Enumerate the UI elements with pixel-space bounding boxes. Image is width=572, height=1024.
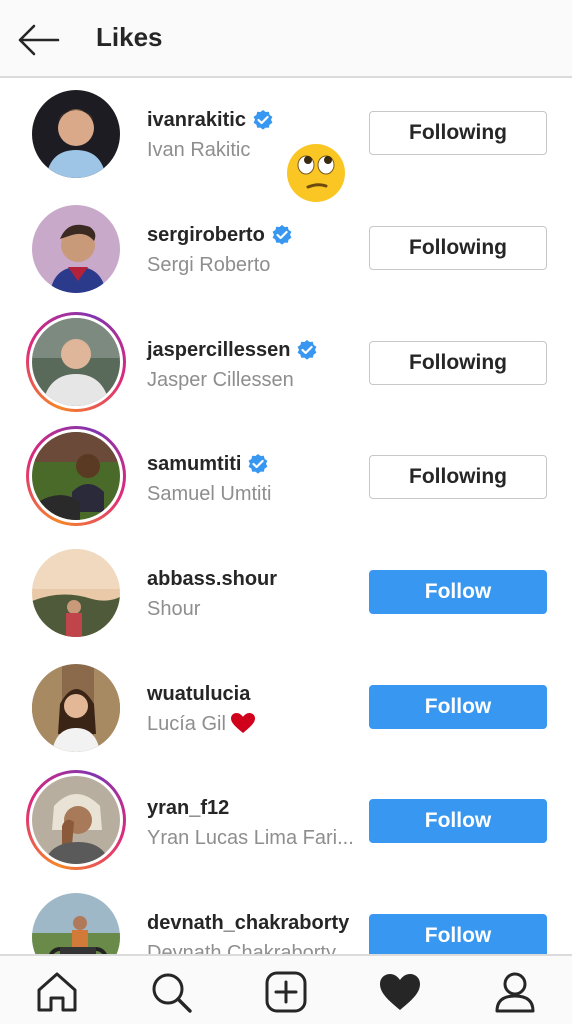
- username[interactable]: ivanrakitic: [147, 108, 369, 132]
- following-button[interactable]: Following: [369, 226, 547, 270]
- username[interactable]: jaspercillessen: [147, 338, 369, 362]
- username[interactable]: samumtiti: [147, 452, 369, 476]
- verified-badge-icon: [272, 225, 292, 245]
- avatar[interactable]: [26, 887, 126, 954]
- new-post-icon[interactable]: [264, 970, 308, 1014]
- verified-badge-icon: [249, 454, 268, 474]
- username[interactable]: abbass.shour: [147, 567, 369, 591]
- username-text[interactable]: devnath_chakraborty: [147, 911, 349, 935]
- username-text[interactable]: abbass.shour: [147, 567, 277, 591]
- page-title: Likes: [96, 22, 163, 52]
- avatar-image: [32, 432, 120, 520]
- avatar-image: [32, 318, 120, 406]
- arrow-left-icon[interactable]: [14, 20, 62, 60]
- full-name: Shour: [147, 598, 201, 620]
- profile-icon[interactable]: [493, 970, 537, 1014]
- following-button[interactable]: Following: [369, 341, 547, 385]
- username-text[interactable]: samumtiti: [147, 452, 241, 476]
- full-name: Devnath Chakraborty: [147, 942, 336, 954]
- bottom-tab-bar: [0, 954, 572, 1024]
- list-item: wuatulucia Lucía Gil Follow: [0, 652, 572, 767]
- avatar-image: [32, 549, 120, 637]
- full-name: Jasper Cillessen: [147, 369, 294, 391]
- avatar[interactable]: [26, 426, 126, 526]
- username-text[interactable]: ivanrakitic: [147, 108, 246, 132]
- full-name: Samuel Umtiti: [147, 483, 272, 505]
- following-button[interactable]: Following: [369, 455, 547, 499]
- following-button[interactable]: Following: [369, 111, 547, 155]
- activity-heart-icon[interactable]: [378, 970, 422, 1014]
- avatar[interactable]: [26, 658, 126, 758]
- full-name: Sergi Roberto: [147, 254, 271, 276]
- follow-button[interactable]: Follow: [369, 914, 547, 954]
- full-name-text: Lucía Gil: [147, 713, 226, 735]
- avatar[interactable]: [26, 770, 126, 870]
- avatar[interactable]: [26, 199, 126, 299]
- avatar[interactable]: [26, 543, 126, 643]
- username[interactable]: wuatulucia: [147, 682, 369, 706]
- list-item: samumtiti Samuel Umtiti Following: [0, 422, 572, 537]
- username[interactable]: yran_f12: [147, 796, 369, 820]
- red-heart-icon: [230, 713, 255, 733]
- username-text[interactable]: yran_f12: [147, 796, 229, 820]
- username[interactable]: devnath_chakraborty: [147, 911, 369, 935]
- full-name: Yran Lucas Lima Fari...: [147, 827, 354, 849]
- list-item: yran_f12 Yran Lucas Lima Fari... Follow: [0, 766, 572, 881]
- verified-badge-icon: [253, 110, 273, 130]
- face-with-rolling-eyes-emoji: [286, 143, 346, 203]
- username-text[interactable]: sergiroberto: [147, 223, 265, 247]
- list-item: devnath_chakraborty Devnath Chakraborty …: [0, 881, 572, 954]
- avatar-image: [32, 90, 120, 178]
- username[interactable]: sergiroberto: [147, 223, 369, 247]
- avatar-image: [32, 776, 120, 864]
- avatar-image: [32, 664, 120, 752]
- avatar-image: [32, 893, 120, 954]
- follow-button[interactable]: Follow: [369, 685, 547, 729]
- list-item: abbass.shour Shour Follow: [0, 537, 572, 652]
- avatar[interactable]: [26, 84, 126, 184]
- home-icon[interactable]: [35, 970, 79, 1014]
- username-text[interactable]: jaspercillessen: [147, 338, 290, 362]
- username-text[interactable]: wuatulucia: [147, 682, 250, 706]
- follow-button[interactable]: Follow: [369, 570, 547, 614]
- search-icon[interactable]: [149, 970, 193, 1014]
- top-bar: Likes: [0, 0, 572, 78]
- avatar[interactable]: [26, 312, 126, 412]
- likes-list[interactable]: ivanrakitic Ivan Rakitic Following sergi…: [0, 78, 572, 954]
- list-item: jaspercillessen Jasper Cillessen Followi…: [0, 308, 572, 423]
- avatar-image: [32, 205, 120, 293]
- verified-badge-icon: [298, 340, 317, 360]
- follow-button[interactable]: Follow: [369, 799, 547, 843]
- list-item: sergiroberto Sergi Roberto Following: [0, 193, 572, 308]
- full-name: Lucía Gil: [147, 712, 369, 736]
